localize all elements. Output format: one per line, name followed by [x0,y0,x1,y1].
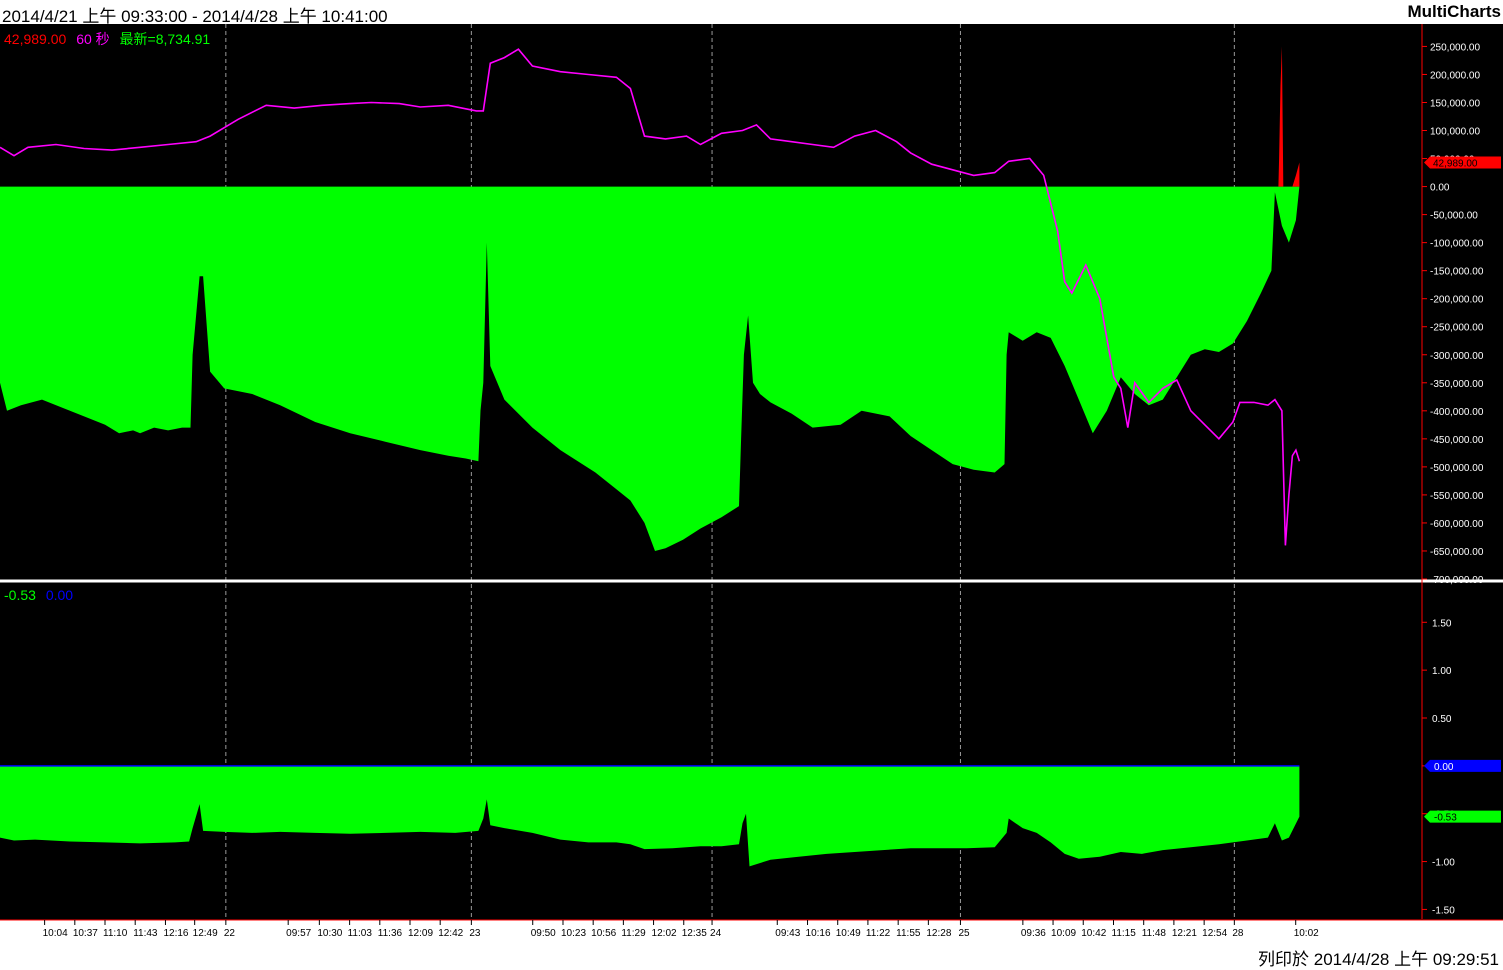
time-tick-label: 25 [958,928,970,939]
price-tick-label: -550,000.00 [1430,491,1484,502]
time-tick-label: 10:23 [561,928,586,939]
brand-label: MultiCharts [1407,2,1502,21]
price-tick-label: -500,000.00 [1430,463,1484,474]
price-tick-label: -400,000.00 [1430,407,1484,418]
legend-bottom-value1: -0.53 [4,587,36,603]
time-tick-label: 23 [469,928,481,939]
time-tick-label: 10:37 [73,928,98,939]
indicator-tick-label: 1.00 [1432,666,1452,677]
price-tick-label: -450,000.00 [1430,435,1484,446]
time-tick-label: 28 [1232,928,1244,939]
indicator-tick-label: 1.50 [1432,618,1452,629]
time-tick-label: 12:16 [163,928,188,939]
indicator-value-tag-label: 0.00 [1434,762,1454,773]
time-tick-label: 12:35 [682,928,707,939]
price-tick-label: 150,000.00 [1430,98,1480,109]
indicator-tick-label: 0.50 [1432,714,1452,725]
time-tick-label: 10:30 [317,928,342,939]
time-tick-label: 10:09 [1051,928,1076,939]
bottom-legend: -0.53 0.00 [4,587,79,603]
price-tick-label: -350,000.00 [1430,379,1484,390]
legend-interval: 60 秒 [76,31,110,47]
time-tick-label: 10:02 [1294,928,1319,939]
time-tick-label: 24 [710,928,722,939]
time-tick-label: 09:57 [286,928,311,939]
time-tick-label: 12:28 [926,928,951,939]
time-tick-label: 12:21 [1172,928,1197,939]
legend-latest: 最新=8,734.91 [119,31,211,47]
time-tick-label: 11:36 [378,928,403,939]
time-tick-label: 12:49 [193,928,218,939]
time-tick-label: 10:04 [43,928,68,939]
time-tick-label: 11:55 [896,928,921,939]
time-tick-label: 12:54 [1202,928,1227,939]
last-value-tag-label: 42,989.00 [1433,158,1478,169]
time-tick-label: 12:42 [438,928,463,939]
price-tick-label: -600,000.00 [1430,519,1484,530]
price-tick-label: 100,000.00 [1430,127,1480,138]
time-tick-label: 11:15 [1112,928,1137,939]
title-bar: 2014/4/21 上午 09:33:00 - 2014/4/28 上午 10:… [0,0,1503,26]
time-tick-label: 11:03 [348,928,373,939]
time-tick-label: 10:42 [1081,928,1106,939]
time-tick-label: 11:43 [133,928,158,939]
time-tick-label: 09:36 [1021,928,1046,939]
price-tick-label: -700,000.00 [1430,575,1484,586]
price-tick-label: -150,000.00 [1430,267,1484,278]
legend-bottom-value2: 0.00 [45,587,74,603]
top-legend: 42,989.00 60 秒 最新=8,734.91 [4,29,216,49]
indicator-tick-label: -1.00 [1432,858,1455,869]
time-tick-label: 22 [224,928,236,939]
price-tick-label: 250,000.00 [1430,42,1480,53]
price-tick-label: -650,000.00 [1430,547,1484,558]
print-footer: 列印於 2014/4/28 上午 09:29:51 [0,943,1503,969]
time-tick-label: 12:02 [652,928,677,939]
time-tick-label: 09:43 [775,928,800,939]
time-tick-label: 09:50 [531,928,556,939]
legend-value: 42,989.00 [4,31,67,47]
time-tick-label: 10:49 [836,928,861,939]
price-tick-label: -100,000.00 [1430,239,1484,250]
time-tick-label: 12:09 [408,928,433,939]
price-tick-label: -50,000.00 [1430,211,1478,222]
time-tick-label: 10:56 [591,928,616,939]
time-axis[interactable]: 10:04 10:37 11:10 11:43 12:16 12:49 22 09:57 10:… [0,919,1503,943]
time-tick-label: 11:22 [866,928,891,939]
price-tick-label: 0.00 [1430,183,1450,194]
time-tick-label: 11:48 [1142,928,1167,939]
price-tick-label: -250,000.00 [1430,323,1484,334]
time-tick-label: 10:16 [806,928,831,939]
time-tick-label: 11:29 [621,928,646,939]
price-tick-label: 200,000.00 [1430,70,1480,81]
time-tick-label: 11:10 [103,928,128,939]
price-tick-label: -300,000.00 [1430,351,1484,362]
indicator-tick-label: -1.50 [1432,905,1455,916]
price-tick-label: -200,000.00 [1430,295,1484,306]
indicator-value-tag-label: -0.53 [1434,813,1457,824]
print-timestamp: 列印於 2014/4/28 上午 09:29:51 [1258,950,1499,969]
chart-canvas[interactable]: 250,000.00 200,000.00 150,000.00 100,000.00… [0,24,1503,943]
